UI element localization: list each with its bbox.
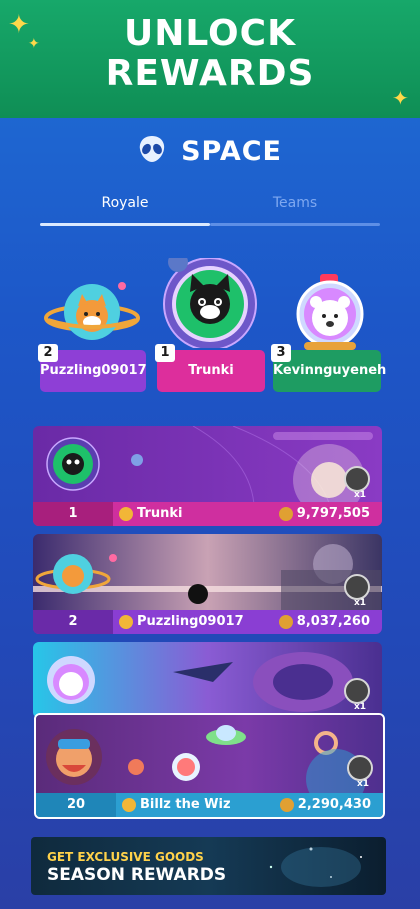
row-bar: 20 Billz the Wiz 2,290,430 [36,793,383,817]
banner-title: UNLOCK REWARDS [105,13,315,94]
row-score: 8,037,260 [278,610,370,634]
podium-card-2[interactable]: 2 Puzzling09017 [38,344,147,392]
leaderboard-row-2[interactable]: x1 2 Puzzling09017 8,037,260 [33,534,382,634]
podium-name-3: Kevinnguyeneh [273,363,387,378]
tab-teams[interactable]: Teams [210,195,380,211]
leaderboard-row-current-user[interactable]: x1 20 Billz the Wiz 2,290,430 [34,713,385,819]
leaderboard-tabs: Royale Teams [40,195,380,226]
podium-rank-1: 1 [155,344,175,362]
row-player: Puzzling09017 [119,610,244,634]
podium-rank-2: 2 [38,344,58,362]
row-rank: 1 [33,502,113,526]
row-art-kevinn [33,642,382,718]
reward-chip[interactable]: x1 [341,755,377,791]
star-badge-icon [122,797,136,812]
skull-icon [344,574,370,600]
season-rewards-banner[interactable]: GET EXCLUSIVE GOODS SEASON REWARDS [31,837,386,895]
skull-icon [347,755,373,781]
reward-chip[interactable]: x1 [338,466,374,502]
row-rank: 20 [36,793,116,817]
sparkle-icon: ✦ [392,86,409,110]
row-bar: 2 Puzzling09017 8,037,260 [33,610,382,634]
tab-royale-indicator [40,223,210,226]
season-subtitle: GET EXCLUSIVE GOODS [47,850,204,864]
podium-name-1: Trunki [188,363,234,378]
row-score: 2,290,430 [279,793,371,817]
reward-chip[interactable]: x1 [338,574,374,610]
trophy-icon [279,797,294,812]
row-player: Billz the Wiz [122,793,231,817]
podium-avatar-1[interactable] [156,258,264,348]
alien-icon [138,134,166,168]
row-player: Trunki [119,502,182,526]
trophy-icon [278,506,293,521]
leaderboard-row-1[interactable]: x1 1 Trunki 9,797,505 [33,426,382,526]
reward-chip[interactable]: x1 [338,678,374,714]
sparkle-icon: ✦ [28,36,40,52]
tab-teams-indicator [210,223,380,226]
podium-card-3[interactable]: 3 Kevinnguyeneh [271,344,387,392]
star-badge-icon [119,506,133,521]
row-rank: 2 [33,610,113,634]
season-title: SEASON REWARDS [47,865,227,885]
podium-avatar-2[interactable] [42,272,142,352]
sparkle-icon: ✦ [8,10,30,40]
unlock-rewards-banner: UNLOCK REWARDS ✦ ✦ ✦ [0,0,420,118]
podium-card-1[interactable]: 1 Trunki [155,344,265,392]
skull-icon [344,678,370,704]
leaderboard-row-3[interactable]: x1 [33,642,382,718]
podium-name-2: Puzzling09017 [40,363,147,378]
skull-icon [344,466,370,492]
row-score: 9,797,505 [278,502,370,526]
league-title-row: SPACE [0,134,420,168]
trophy-icon [278,614,293,629]
league-title: SPACE [181,135,282,167]
podium-avatar-3[interactable] [282,272,378,352]
row-bar: 1 Trunki 9,797,505 [33,502,382,526]
star-badge-icon [119,614,133,629]
tab-royale[interactable]: Royale [40,195,210,211]
podium-rank-3: 3 [271,344,291,362]
row-art-billz [36,715,383,795]
